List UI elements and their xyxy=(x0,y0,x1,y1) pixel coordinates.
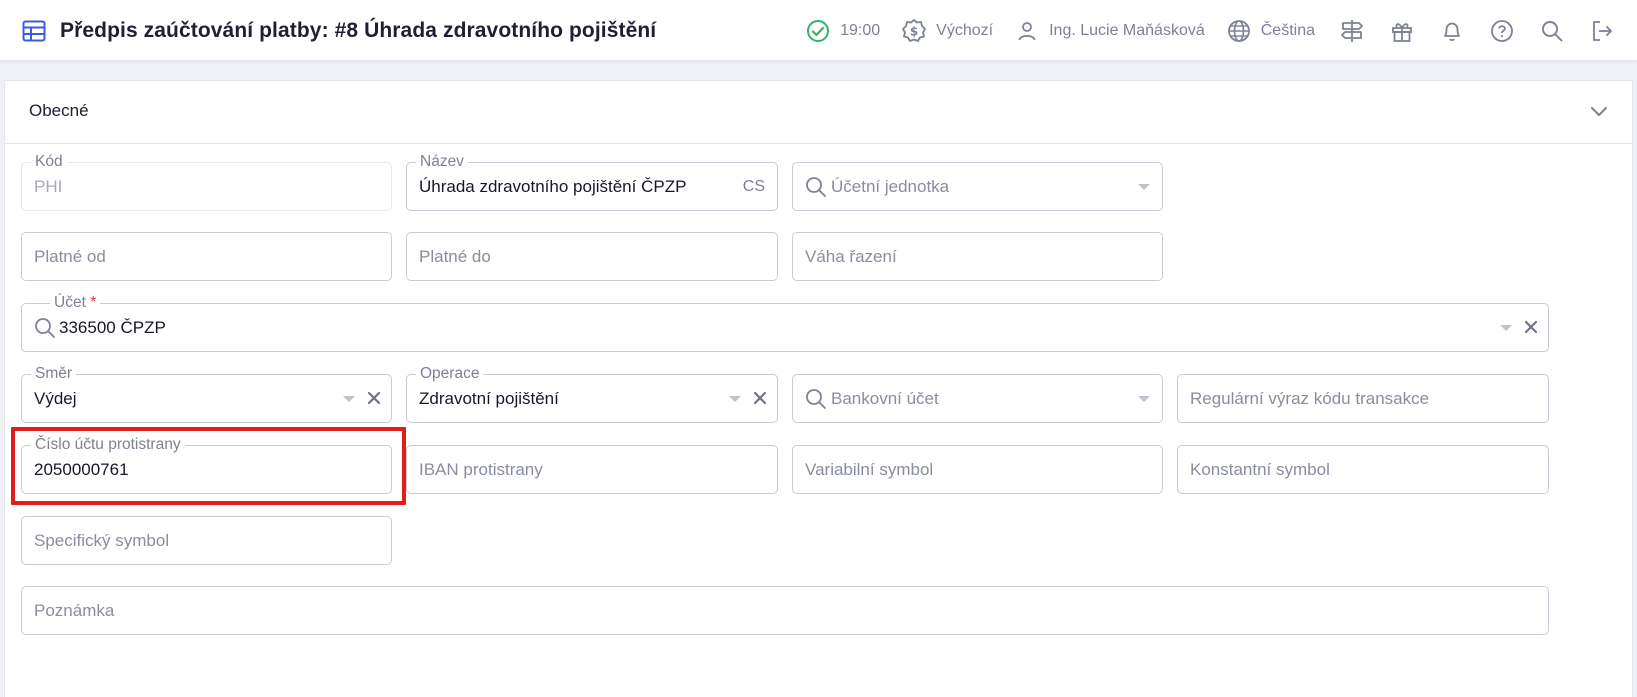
ucetni-jednotka-select[interactable]: Účetní jednotka xyxy=(792,162,1163,211)
specificky-symbol-field[interactable]: Specifický symbol xyxy=(21,516,392,565)
caret-down-icon[interactable] xyxy=(1138,184,1150,190)
top-bar-actions: 19:00 $ Výchozí Ing. Lucie Maňásková Češ… xyxy=(805,0,1615,61)
smer-select[interactable]: Směr Výdej xyxy=(21,364,392,423)
user-menu[interactable]: Ing. Lucie Maňásková xyxy=(1014,18,1205,44)
operace-select[interactable]: Operace Zdravotní pojištění xyxy=(406,364,778,423)
globe-icon xyxy=(1226,18,1252,44)
currency-label: Výchozí xyxy=(936,21,994,39)
ucet-value: 336500 ČPZP xyxy=(59,318,166,337)
language-label: Čeština xyxy=(1260,21,1315,39)
vaha-razeni-field[interactable]: Váha řazení xyxy=(792,232,1163,281)
ucet-select[interactable]: Účet * 336500 ČPZP xyxy=(21,293,1549,352)
platne-do-placeholder: Platné do xyxy=(419,247,491,266)
close-icon[interactable] xyxy=(751,389,769,407)
smer-value: Výdej xyxy=(34,389,77,408)
page-title: Předpis zaúčtování platby: #8 Úhrada zdr… xyxy=(60,18,657,42)
svg-text:$: $ xyxy=(910,24,918,38)
caret-down-icon[interactable] xyxy=(1138,396,1150,402)
currency-selector[interactable]: $ Výchozí xyxy=(901,18,993,44)
operace-value: Zdravotní pojištění xyxy=(419,389,559,408)
konstantni-symbol-placeholder: Konstantní symbol xyxy=(1190,460,1330,479)
poznamka-placeholder: Poznámka xyxy=(34,601,115,620)
iban-protistrany-field[interactable]: IBAN protistrany xyxy=(406,445,778,494)
platne-do-field[interactable]: Platné do xyxy=(406,232,778,281)
status-indicator[interactable]: 19:00 xyxy=(805,18,880,44)
iban-protistrany-placeholder: IBAN protistrany xyxy=(419,460,543,479)
table-icon xyxy=(21,18,47,44)
section-title: Obecné xyxy=(29,101,89,120)
signpost-icon[interactable] xyxy=(1339,18,1365,44)
konstantni-symbol-field[interactable]: Konstantní symbol xyxy=(1177,445,1549,494)
close-icon[interactable] xyxy=(365,389,383,407)
cislo-uctu-protistrany-value[interactable]: 2050000761 xyxy=(34,446,129,493)
chevron-down-icon[interactable] xyxy=(1586,99,1612,125)
caret-down-icon[interactable] xyxy=(1500,325,1512,331)
section-header[interactable]: Obecné xyxy=(5,81,1632,144)
nazev-value[interactable]: Úhrada zdravotního pojištění ČPZP xyxy=(419,163,686,210)
specificky-symbol-placeholder: Specifický symbol xyxy=(34,531,170,550)
title-area: Předpis zaúčtování platby: #8 Úhrada zdr… xyxy=(21,0,656,61)
help-icon[interactable] xyxy=(1489,18,1515,44)
language-code-button[interactable]: CS xyxy=(743,163,765,210)
top-bar: Předpis zaúčtování platby: #8 Úhrada zdr… xyxy=(0,0,1637,61)
search-icon xyxy=(805,388,827,410)
search-icon[interactable] xyxy=(1539,18,1565,44)
close-icon[interactable] xyxy=(1522,318,1540,336)
bankovni-ucet-select[interactable]: Bankovní účet xyxy=(792,374,1163,423)
platne-od-placeholder: Platné od xyxy=(34,247,106,266)
poznamka-field[interactable]: Poznámka xyxy=(21,586,1549,635)
gift-icon[interactable] xyxy=(1389,18,1415,44)
bell-icon[interactable] xyxy=(1439,18,1465,44)
status-time: 19:00 xyxy=(840,21,881,39)
search-icon xyxy=(805,176,827,198)
caret-down-icon[interactable] xyxy=(343,396,355,402)
search-icon xyxy=(34,317,56,339)
vaha-razeni-placeholder: Váha řazení xyxy=(805,247,897,266)
kod-field: Kód PHI xyxy=(21,152,392,211)
bankovni-ucet-placeholder: Bankovní účet xyxy=(831,389,939,408)
check-circle-icon xyxy=(805,18,831,44)
variabilni-symbol-placeholder: Variabilní symbol xyxy=(805,460,934,479)
dollar-badge-icon: $ xyxy=(901,18,927,44)
regex-kodu-transakce-field[interactable]: Regulární výraz kódu transakce xyxy=(1177,374,1549,423)
caret-down-icon[interactable] xyxy=(729,396,741,402)
variabilni-symbol-field[interactable]: Variabilní symbol xyxy=(792,445,1163,494)
nazev-field[interactable]: Název Úhrada zdravotního pojištění ČPZP … xyxy=(406,152,778,211)
language-selector[interactable]: Čeština xyxy=(1226,18,1315,44)
user-name: Ing. Lucie Maňásková xyxy=(1049,21,1205,39)
kod-value: PHI xyxy=(34,177,63,196)
logout-icon[interactable] xyxy=(1589,18,1615,44)
regex-kodu-placeholder: Regulární výraz kódu transakce xyxy=(1190,389,1430,408)
user-icon xyxy=(1014,18,1040,44)
ucetni-jednotka-placeholder: Účetní jednotka xyxy=(831,177,950,196)
platne-od-field[interactable]: Platné od xyxy=(21,232,392,281)
cislo-uctu-protistrany-field[interactable]: Číslo účtu protistrany 2050000761 xyxy=(21,435,392,494)
